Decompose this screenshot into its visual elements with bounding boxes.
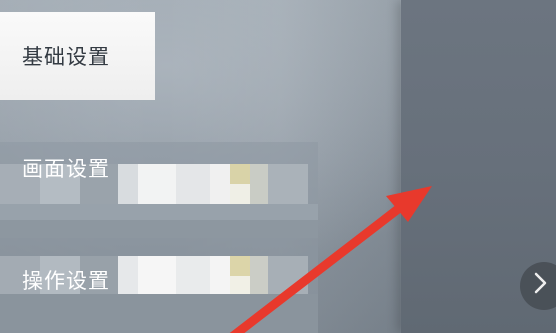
- game-settings-screen: 基础设置 画面设置 操作设置: [0, 0, 556, 333]
- menu-item-basic-settings[interactable]: 基础设置: [0, 12, 155, 100]
- menu-item-control-settings[interactable]: 操作设置: [0, 236, 155, 324]
- menu-item-label: 操作设置: [22, 269, 110, 293]
- chevron-right-icon: [534, 272, 548, 300]
- menu-item-label: 基础设置: [22, 45, 110, 69]
- menu-item-label: 画面设置: [22, 157, 110, 181]
- menu-item-display-settings[interactable]: 画面设置: [0, 124, 155, 212]
